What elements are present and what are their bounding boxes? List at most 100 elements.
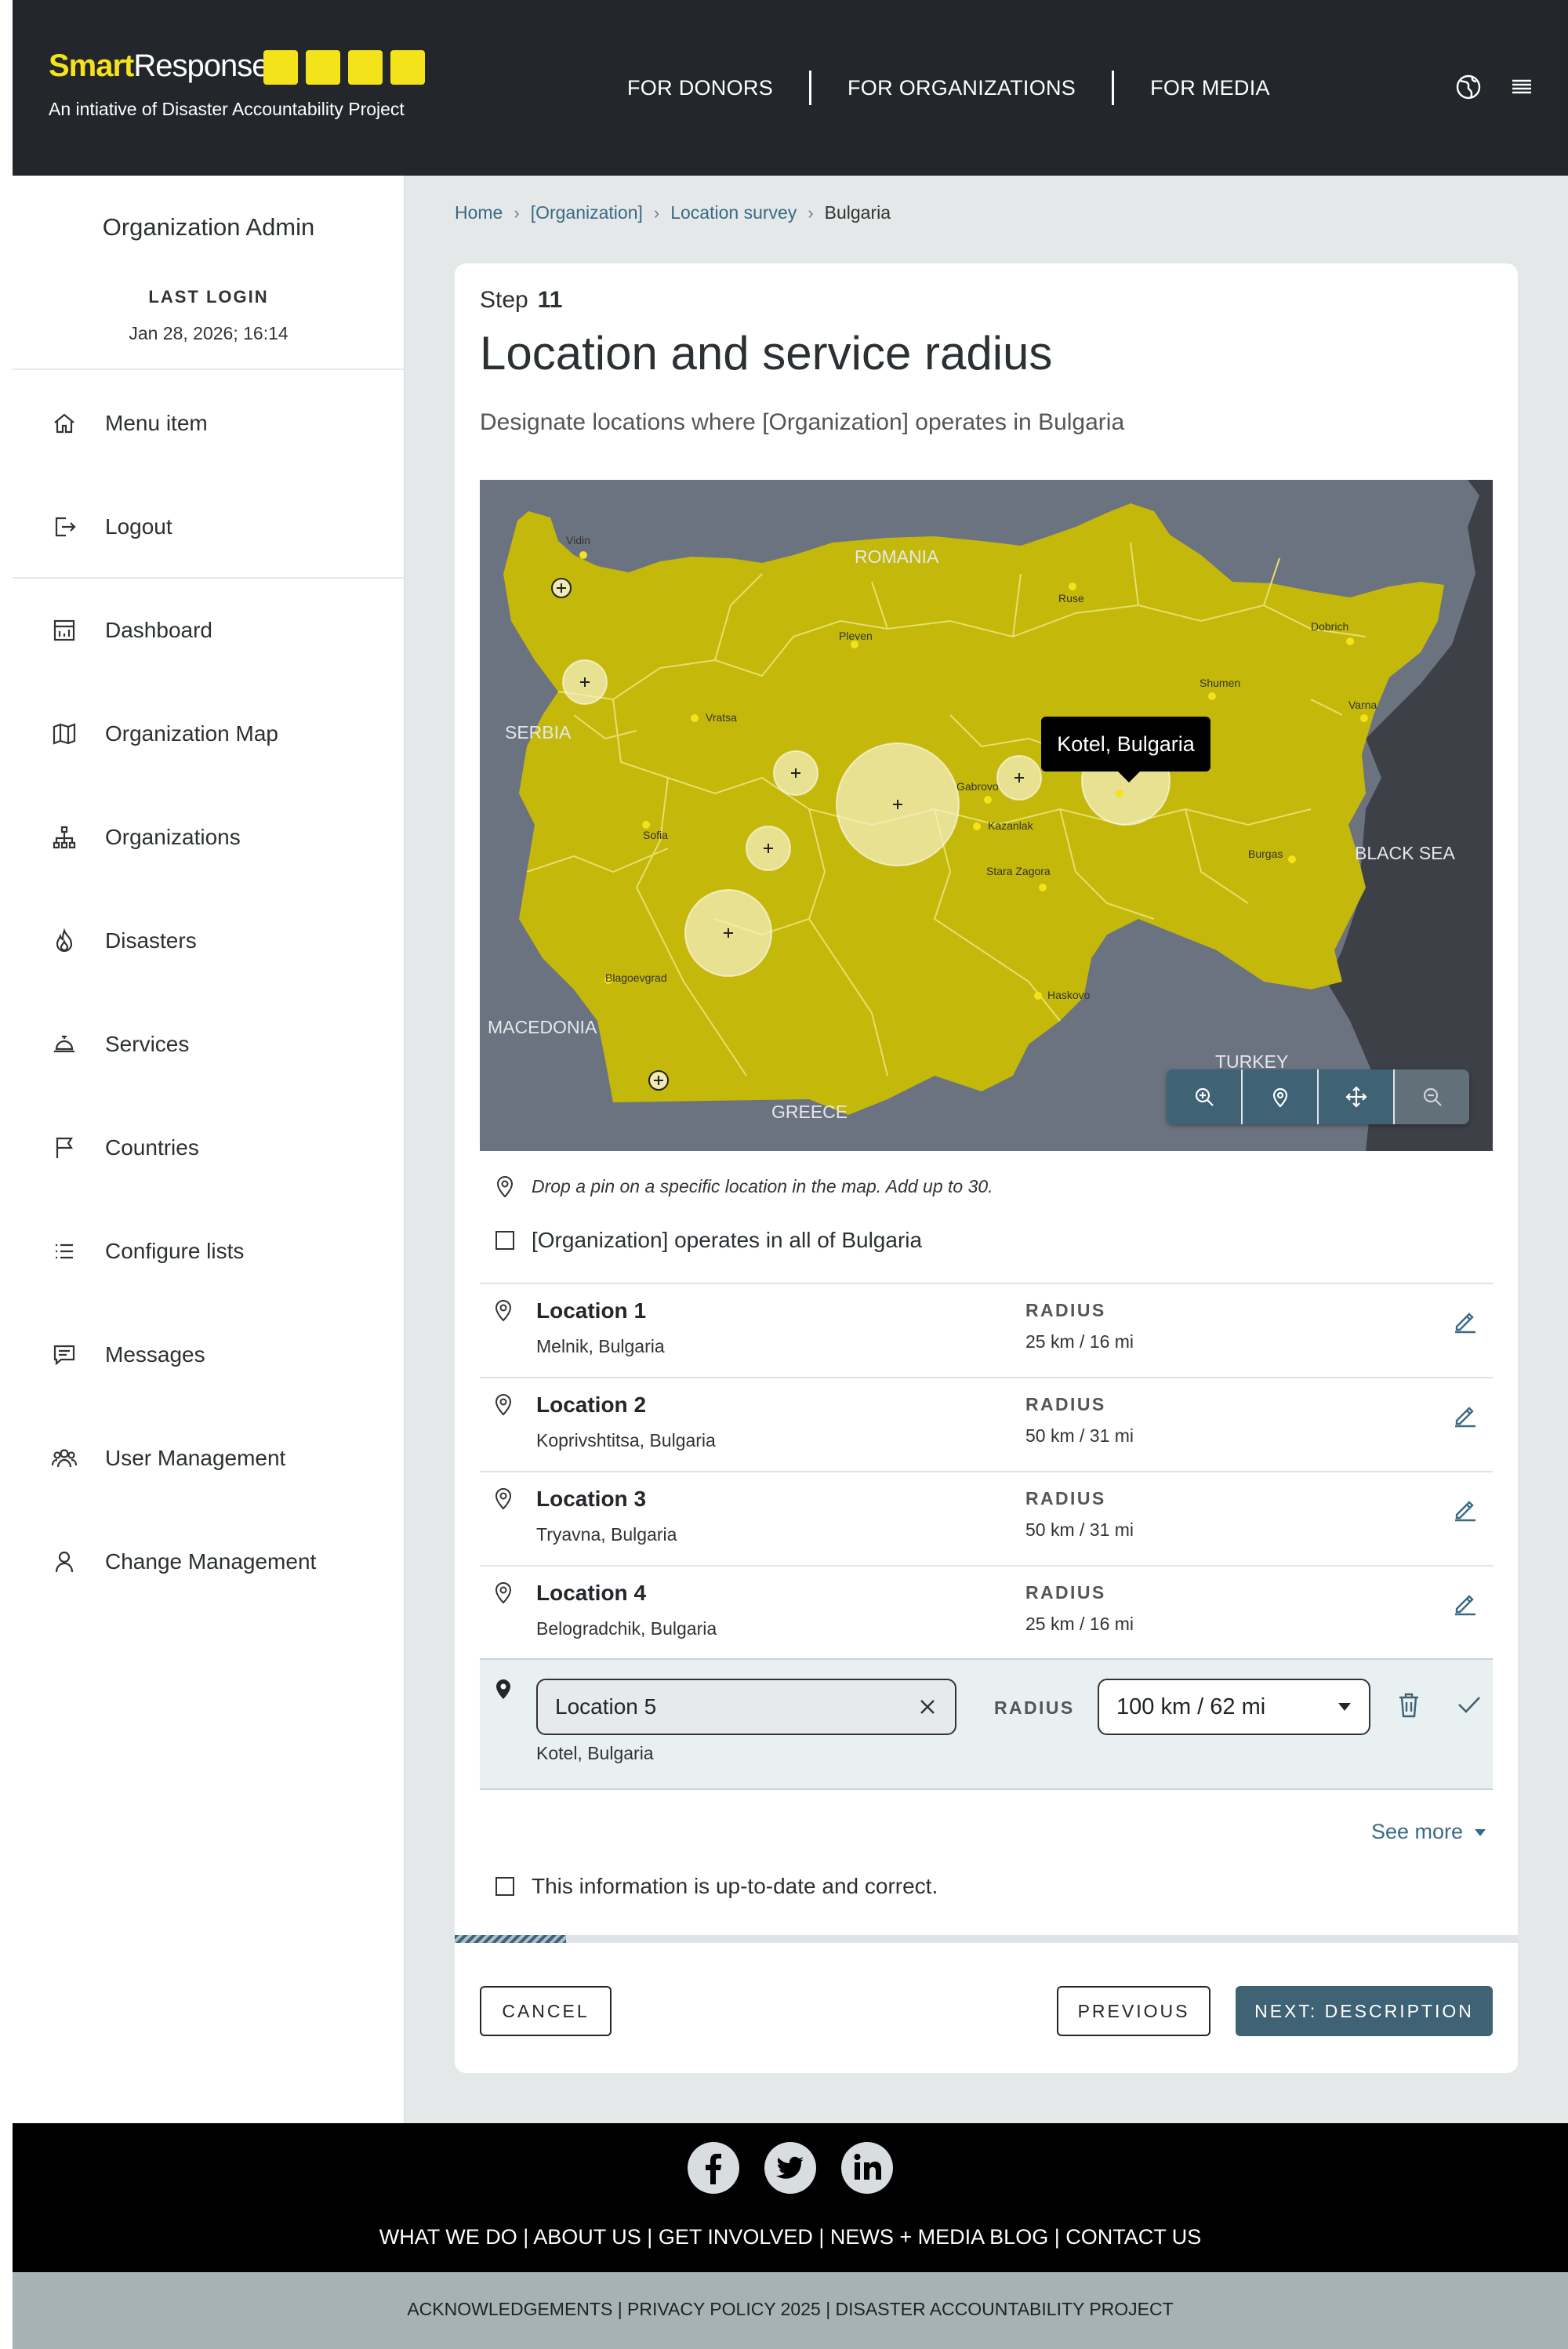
breadcrumb-home[interactable]: Home bbox=[455, 202, 503, 223]
see-more-button[interactable]: See more bbox=[1371, 1820, 1486, 1844]
location-name: Location 2 bbox=[536, 1392, 647, 1417]
footer-links[interactable]: WHAT WE DO | ABOUT US | GET INVOLVED | N… bbox=[13, 2225, 1568, 2249]
footer: WHAT WE DO | ABOUT US | GET INVOLVED | N… bbox=[13, 2123, 1568, 2272]
hierarchy-icon bbox=[53, 826, 76, 849]
pencil-icon[interactable] bbox=[1452, 1402, 1479, 1429]
nav-for-media[interactable]: FOR MEDIA bbox=[1150, 76, 1270, 100]
top-nav: FOR DONORS FOR ORGANIZATIONS FOR MEDIA bbox=[627, 71, 1270, 105]
flood-icon bbox=[306, 50, 340, 85]
sidebar-item-user-management[interactable]: User Management bbox=[50, 1435, 285, 1482]
breadcrumb-organization[interactable]: [Organization] bbox=[531, 202, 643, 223]
twitter-icon[interactable] bbox=[764, 2142, 816, 2194]
list-icon bbox=[56, 1243, 73, 1259]
close-icon[interactable] bbox=[917, 1697, 938, 1717]
next-button[interactable]: NEXT: DESCRIPTION bbox=[1236, 1986, 1493, 2036]
sidebar-item-change-management[interactable]: Change Management bbox=[50, 1538, 316, 1585]
pencil-icon[interactable] bbox=[1452, 1308, 1479, 1334]
pencil-icon[interactable] bbox=[1452, 1590, 1479, 1617]
svg-text:Dobrich: Dobrich bbox=[1311, 620, 1348, 633]
pin-icon bbox=[1272, 1087, 1287, 1108]
progress-bar bbox=[455, 1935, 1518, 1943]
sidebar-item-label: Change Management bbox=[105, 1549, 317, 1574]
breadcrumb-current: Bulgaria bbox=[824, 202, 891, 223]
legal-links[interactable]: ACKNOWLEDGEMENTS | PRIVACY POLICY 2025 |… bbox=[13, 2299, 1568, 2320]
label-black-sea: BLACK SEA bbox=[1355, 843, 1455, 863]
svg-text:Pleven: Pleven bbox=[839, 630, 873, 642]
message-icon bbox=[53, 1345, 75, 1366]
location-place: Koprivshtitsa, Bulgaria bbox=[536, 1430, 716, 1450]
location-map[interactable]: Vidin Ruse Pleven Dobrich Shumen Varna V… bbox=[480, 480, 1493, 1151]
sidebar-item-services[interactable]: Services bbox=[50, 1021, 189, 1068]
pin-icon bbox=[495, 1582, 512, 1604]
drop-pin-button[interactable] bbox=[1243, 1069, 1319, 1124]
sidebar-item-messages[interactable]: Messages bbox=[50, 1331, 205, 1378]
header-icons bbox=[1455, 74, 1535, 100]
svg-text:Ruse: Ruse bbox=[1058, 592, 1084, 604]
tagline: An intiative of Disaster Accountability … bbox=[49, 99, 405, 119]
pan-button[interactable] bbox=[1319, 1069, 1395, 1124]
trash-icon[interactable] bbox=[1397, 1691, 1421, 1719]
page-subtitle: Designate locations where [Organization]… bbox=[480, 409, 1125, 435]
map-canvas[interactable]: Vidin Ruse Pleven Dobrich Shumen Varna V… bbox=[480, 480, 1493, 1151]
brand-logo[interactable]: SmartResponse bbox=[49, 49, 270, 84]
svg-text:Vratsa: Vratsa bbox=[706, 711, 737, 724]
sidebar-item-organization-map[interactable]: Organization Map bbox=[50, 710, 278, 757]
caret-down-icon bbox=[1475, 1828, 1486, 1836]
radius-label: RADIUS bbox=[1025, 1394, 1106, 1414]
form-card: Step 11 Location and service radius Desig… bbox=[455, 263, 1518, 2073]
globe-icon[interactable] bbox=[1455, 74, 1482, 100]
all-country-checkbox[interactable]: [Organization] operates in all of Bulgar… bbox=[495, 1228, 922, 1253]
zoom-out-icon bbox=[1423, 1087, 1442, 1106]
nav-for-donors[interactable]: FOR DONORS bbox=[627, 76, 773, 100]
service-bell-icon bbox=[54, 1035, 74, 1053]
location-place: Melnik, Bulgaria bbox=[536, 1336, 665, 1356]
svg-text:Blagoevgrad: Blagoevgrad bbox=[605, 971, 667, 984]
location-place: Kotel, Bulgaria bbox=[536, 1743, 654, 1763]
chevron-right-icon: › bbox=[808, 202, 814, 223]
sidebar-item-label: Services bbox=[105, 1032, 190, 1056]
site-header: SmartResponse An intiative of Disaster A… bbox=[13, 0, 1568, 176]
chevron-right-icon: › bbox=[514, 202, 520, 223]
checkbox[interactable] bbox=[495, 1231, 514, 1250]
radius-label: RADIUS bbox=[1025, 1488, 1106, 1509]
label-greece: GREECE bbox=[771, 1102, 848, 1122]
radius-select[interactable]: 100 km / 62 mi bbox=[1098, 1679, 1370, 1735]
sidebar-item-label: Configure lists bbox=[105, 1239, 245, 1263]
earthquake-icon bbox=[390, 50, 425, 85]
location-name-input[interactable]: Location 5 bbox=[536, 1679, 956, 1735]
sidebar-item-configure-lists[interactable]: Configure lists bbox=[50, 1228, 244, 1275]
sidebar-item-label: User Management bbox=[105, 1446, 286, 1470]
sidebar-item-menu-item[interactable]: Menu item bbox=[50, 400, 208, 447]
facebook-icon[interactable] bbox=[688, 2142, 739, 2194]
confirm-checkbox[interactable]: This information is up-to-date and corre… bbox=[495, 1874, 938, 1899]
nav-divider bbox=[809, 71, 812, 105]
pin-icon bbox=[495, 1300, 512, 1322]
zoom-in-button[interactable] bbox=[1167, 1069, 1243, 1124]
flag-icon bbox=[56, 1137, 74, 1158]
location-row: Location 2 Koprivshtitsa, Bulgaria RADIU… bbox=[480, 1377, 1493, 1471]
user-icon bbox=[55, 1551, 74, 1573]
home-icon bbox=[54, 413, 74, 434]
linkedin-icon[interactable] bbox=[841, 2142, 893, 2194]
check-icon[interactable] bbox=[1457, 1693, 1482, 1716]
sidebar-item-countries[interactable]: Countries bbox=[50, 1124, 199, 1171]
zoom-in-icon bbox=[1195, 1087, 1214, 1106]
sidebar-item-logout[interactable]: Logout bbox=[50, 503, 172, 550]
pencil-icon[interactable] bbox=[1452, 1496, 1479, 1523]
nav-for-organizations[interactable]: FOR ORGANIZATIONS bbox=[848, 76, 1076, 100]
sidebar-item-label: Organization Map bbox=[105, 721, 279, 746]
selected-location-dot bbox=[1116, 790, 1123, 797]
radius-value: 25 km / 16 mi bbox=[1025, 1614, 1134, 1634]
breadcrumb-location-survey[interactable]: Location survey bbox=[670, 202, 797, 223]
menu-icon[interactable] bbox=[1508, 74, 1535, 100]
label-romania: ROMANIA bbox=[855, 546, 939, 567]
checkbox[interactable] bbox=[495, 1877, 514, 1896]
location-place: Belogradchik, Bulgaria bbox=[536, 1618, 717, 1639]
previous-button[interactable]: PREVIOUS bbox=[1057, 1986, 1210, 2036]
sidebar-item-disasters[interactable]: Disasters bbox=[50, 917, 197, 964]
sidebar-item-dashboard[interactable]: Dashboard bbox=[50, 607, 212, 654]
radius-value: 25 km / 16 mi bbox=[1025, 1331, 1134, 1352]
cancel-button[interactable]: CANCEL bbox=[480, 1986, 612, 2036]
zoom-out-button[interactable] bbox=[1395, 1069, 1469, 1124]
sidebar-item-organizations[interactable]: Organizations bbox=[50, 814, 241, 861]
